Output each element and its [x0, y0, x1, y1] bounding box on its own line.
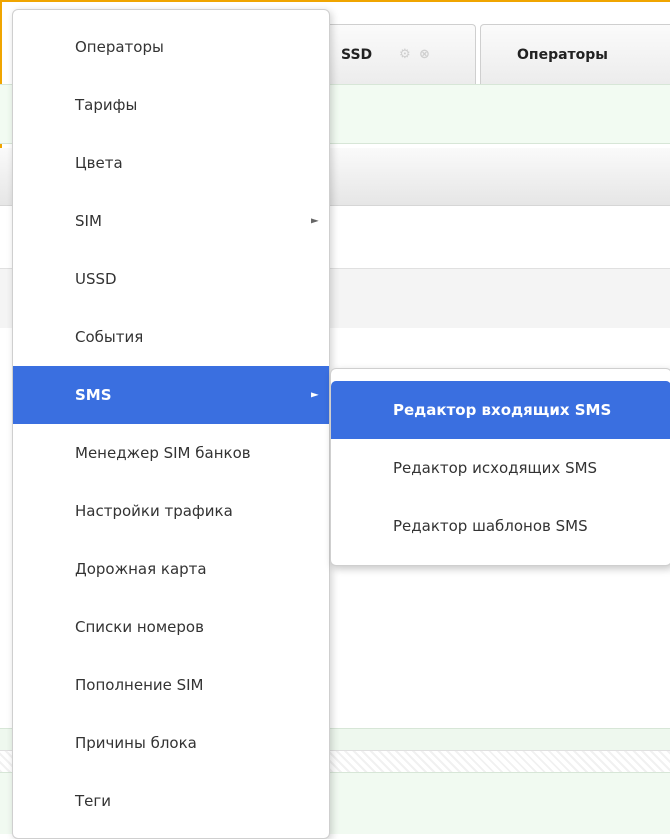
tab-operators-label: Операторы: [517, 47, 608, 63]
menu-item-label: USSD: [75, 270, 117, 288]
menu-item-roadmap[interactable]: Дорожная карта: [13, 540, 329, 598]
menu-item-label: Списки номеров: [75, 618, 204, 636]
tab-operators[interactable]: Операторы: [480, 24, 670, 84]
menu-item-operators[interactable]: Операторы: [13, 18, 329, 76]
close-icon[interactable]: ⊗: [419, 47, 430, 62]
gear-icon[interactable]: ⚙: [399, 47, 411, 62]
menu-item-tags[interactable]: Теги: [13, 772, 329, 830]
menu-item-sim-bank-manager[interactable]: Менеджер SIM банков: [13, 424, 329, 482]
menu-item-label: События: [75, 328, 144, 346]
menu-item-tariffs[interactable]: Тарифы: [13, 76, 329, 134]
menu-item-colors[interactable]: Цвета: [13, 134, 329, 192]
main-dropdown-menu: Операторы Тарифы Цвета SIM ► USSD Событи…: [12, 9, 330, 839]
menu-item-label: Цвета: [75, 154, 123, 172]
submenu-item-incoming-sms-editor[interactable]: Редактор входящих SMS: [331, 381, 670, 439]
menu-item-label: Дорожная карта: [75, 560, 207, 578]
menu-item-ussd[interactable]: USSD: [13, 250, 329, 308]
sms-submenu: Редактор входящих SMS Редактор исходящих…: [330, 368, 670, 566]
tab-ussd-label: SSD: [341, 47, 373, 63]
menu-item-label: SIM: [75, 212, 102, 230]
menu-item-label: Теги: [75, 792, 112, 810]
submenu-item-sms-template-editor[interactable]: Редактор шаблонов SMS: [331, 497, 670, 555]
menu-item-traffic-settings[interactable]: Настройки трафика: [13, 482, 329, 540]
menu-item-label: Тарифы: [75, 96, 138, 114]
menu-item-events[interactable]: События: [13, 308, 329, 366]
menu-item-sim[interactable]: SIM ►: [13, 192, 329, 250]
menu-item-label: Настройки трафика: [75, 502, 233, 520]
menu-item-label: Причины блока: [75, 734, 197, 752]
submenu-item-label: Редактор входящих SMS: [393, 401, 612, 419]
menu-item-sim-topup[interactable]: Пополнение SIM: [13, 656, 329, 714]
submenu-item-label: Редактор исходящих SMS: [393, 459, 598, 477]
menu-item-label: Операторы: [75, 38, 164, 56]
submenu-arrow-icon: ►: [311, 389, 319, 401]
menu-item-block-reasons[interactable]: Причины блока: [13, 714, 329, 772]
submenu-item-outgoing-sms-editor[interactable]: Редактор исходящих SMS: [331, 439, 670, 497]
submenu-item-label: Редактор шаблонов SMS: [393, 517, 588, 535]
submenu-arrow-icon: ►: [311, 215, 319, 227]
menu-item-label: Пополнение SIM: [75, 676, 204, 694]
menu-item-label: Менеджер SIM банков: [75, 444, 251, 462]
menu-item-number-lists[interactable]: Списки номеров: [13, 598, 329, 656]
menu-item-label: SMS: [75, 386, 112, 404]
menu-item-sms[interactable]: SMS ►: [13, 366, 329, 424]
